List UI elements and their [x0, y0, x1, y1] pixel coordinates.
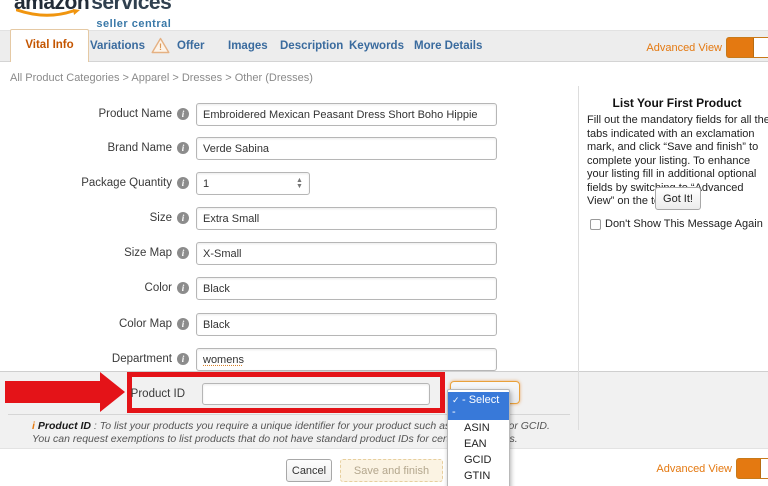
tab-description[interactable]: Description [280, 40, 343, 52]
tab-vital-info[interactable]: Vital Info [10, 29, 89, 62]
size-label: Size [0, 212, 172, 224]
advanced-view-label-top: Advanced View [646, 42, 722, 54]
dropdown-option-ean[interactable]: EAN [448, 436, 509, 452]
save-and-finish-button[interactable]: Save and finish [340, 459, 443, 482]
brand-name-label: Brand Name [0, 142, 172, 154]
form-row-package-quantity: Package Quantity i ▲▼ [0, 172, 578, 196]
dropdown-option-gtin[interactable]: GTIN [448, 468, 509, 484]
info-icon[interactable]: i [177, 212, 189, 224]
department-input[interactable] [196, 348, 497, 371]
info-icon[interactable]: i [177, 142, 189, 154]
note-info-marker: i [32, 420, 35, 432]
tab-more-details[interactable]: More Details [414, 40, 482, 52]
breadcrumb[interactable]: All Product Categories > Apparel > Dress… [10, 72, 313, 84]
package-quantity-label: Package Quantity [0, 177, 172, 189]
form-row-size-map: Size Map i [0, 242, 578, 266]
form-row-brand-name: Brand Name i [0, 137, 578, 161]
info-icon[interactable]: i [177, 247, 189, 259]
color-input[interactable] [196, 277, 497, 300]
form-row-color-map: Color Map i [0, 313, 578, 337]
tab-keywords[interactable]: Keywords [349, 40, 404, 52]
form-row-color: Color i [0, 277, 578, 301]
tab-images[interactable]: Images [228, 40, 268, 52]
cancel-button[interactable]: Cancel [286, 459, 332, 482]
product-id-type-dropdown: ✓- Select - ASIN EAN GCID GTIN UPC [447, 389, 510, 486]
toggle-knob [760, 459, 768, 478]
product-name-input[interactable] [196, 103, 497, 126]
advanced-view-toggle-top[interactable] [726, 37, 768, 58]
size-input[interactable] [196, 207, 497, 230]
dropdown-option-asin[interactable]: ASIN [448, 420, 509, 436]
brand-name-input[interactable] [196, 137, 497, 160]
svg-text:!: ! [159, 42, 162, 52]
size-map-input[interactable] [196, 242, 497, 265]
got-it-button[interactable]: Got It! [655, 187, 701, 210]
tab-offer[interactable]: Offer [177, 40, 204, 52]
info-icon[interactable]: i [177, 318, 189, 330]
color-map-input[interactable] [196, 313, 497, 336]
info-icon[interactable]: i [177, 108, 189, 120]
sidebar-title: List Your First Product [586, 96, 768, 110]
product-name-label: Product Name [0, 108, 172, 120]
dont-show-again-label: Don't Show This Message Again [605, 218, 763, 230]
info-icon[interactable]: i [177, 177, 189, 189]
tab-variations[interactable]: Variations [90, 40, 145, 52]
department-label: Department [0, 353, 172, 365]
color-label: Color [0, 282, 172, 294]
form-row-department: Department i [0, 348, 578, 372]
dont-show-again-checkbox[interactable] [590, 219, 601, 230]
info-icon[interactable]: i [177, 282, 189, 294]
warning-icon: ! [151, 37, 170, 54]
amazon-services-logo[interactable]: amazonservices seller central [14, 0, 171, 30]
note-label: Product ID [38, 420, 91, 432]
dropdown-option-gcid[interactable]: GCID [448, 452, 509, 468]
seller-central-add-product-page: amazonservices seller central Vital Info… [0, 0, 768, 486]
form-row-size: Size i [0, 207, 578, 231]
amazon-smile-icon [16, 9, 82, 19]
form-row-product-name: Product Name i [0, 103, 578, 127]
color-map-label: Color Map [0, 318, 172, 330]
quantity-stepper[interactable]: ▲▼ [293, 176, 306, 191]
product-id-input[interactable] [202, 383, 430, 405]
advanced-view-toggle-bottom[interactable] [736, 458, 768, 479]
toggle-knob [753, 38, 768, 57]
size-map-label: Size Map [0, 247, 172, 259]
advanced-view-label-bottom: Advanced View [656, 463, 732, 475]
product-id-label: Product ID [0, 388, 185, 400]
check-icon: ✓ [452, 395, 462, 406]
dropdown-option-select[interactable]: ✓- Select - [448, 392, 509, 420]
sidebar-divider [578, 86, 579, 430]
info-icon[interactable]: i [177, 353, 189, 365]
dont-show-again-row: Don't Show This Message Again [590, 218, 763, 230]
